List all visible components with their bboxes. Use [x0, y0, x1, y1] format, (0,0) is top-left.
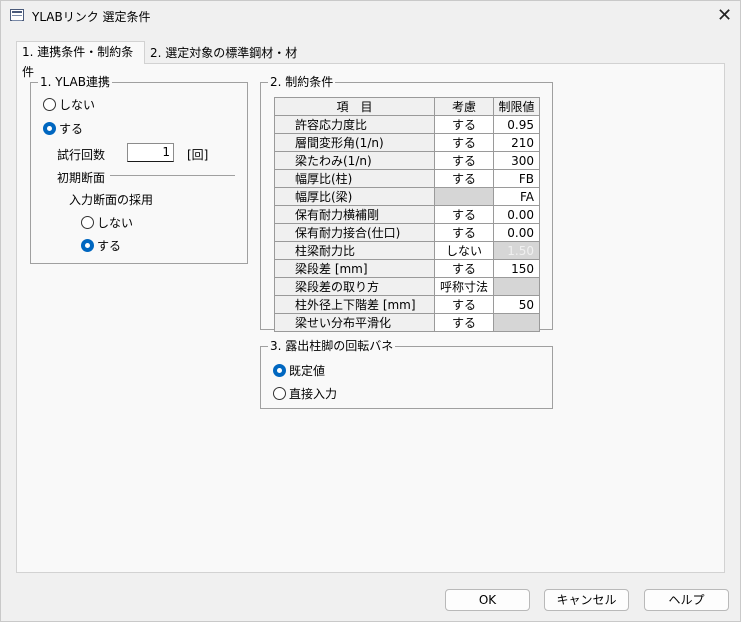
constraint-item-label: 保有耐力横補剛 — [274, 205, 435, 224]
constraint-consider-cell[interactable]: する — [434, 151, 494, 170]
trial-count-input[interactable]: 1 — [127, 143, 174, 162]
constraint-item-label: 梁せい分布平滑化 — [274, 313, 435, 332]
table-row: 保有耐力横補剛 する 0.00 — [274, 205, 540, 224]
table-row: 許容応力度比 する 0.95 — [274, 115, 540, 134]
constraint-limit-cell[interactable]: FB — [493, 169, 540, 188]
table-row: 保有耐力接合(仕口) する 0.00 — [274, 223, 540, 242]
radio-unchecked-icon — [81, 216, 94, 229]
title-bar[interactable]: YLABリンク 選定条件 ✕ — [1, 1, 741, 31]
constraint-consider-cell[interactable]: する — [434, 133, 494, 152]
input-section-yes-radio[interactable]: する — [81, 237, 121, 254]
constraint-limit-cell[interactable]: 0.00 — [493, 223, 540, 242]
table-row: 幅厚比(梁) FA — [274, 187, 540, 206]
constraint-limit-cell[interactable]: 0.00 — [493, 205, 540, 224]
constraints-group-label: 2. 制約条件 — [268, 75, 336, 89]
constraint-item-label: 層間変形角(1/n) — [274, 133, 435, 152]
constraint-consider-cell[interactable]: する — [434, 259, 494, 278]
constraint-limit-cell — [493, 313, 540, 332]
constraint-consider-cell[interactable]: する — [434, 115, 494, 134]
constraint-limit-cell[interactable]: 300 — [493, 151, 540, 170]
constraint-consider-cell — [434, 187, 494, 206]
constraints-header-row: 項 目 考慮 制限値 — [274, 97, 540, 116]
header-item: 項 目 — [274, 97, 435, 116]
input-section-yes-label: する — [97, 239, 122, 253]
header-limit: 制限値 — [493, 97, 540, 116]
constraint-item-label: 柱外径上下階差 [mm] — [274, 295, 435, 314]
constraint-limit-cell — [493, 277, 540, 296]
ylab-link-group-label: 1. YLAB連携 — [38, 75, 112, 89]
table-row: 幅厚比(柱) する FB — [274, 169, 540, 188]
constraint-consider-cell[interactable]: する — [434, 205, 494, 224]
constraint-limit-cell[interactable]: 0.95 — [493, 115, 540, 134]
radio-checked-icon — [273, 364, 286, 377]
app-icon — [10, 9, 24, 21]
ok-button[interactable]: OK — [445, 589, 530, 611]
constraint-item-label: 幅厚比(柱) — [274, 169, 435, 188]
ylab-link-yes-label: する — [59, 122, 84, 136]
base-spring-direct-label: 直接入力 — [289, 387, 338, 401]
ylab-link-no-radio[interactable]: しない — [43, 96, 95, 113]
constraint-item-label: 許容応力度比 — [274, 115, 435, 134]
base-spring-default-radio[interactable]: 既定値 — [273, 362, 325, 379]
base-spring-default-label: 既定値 — [289, 364, 326, 378]
tab-link-conditions[interactable]: 1. 連携条件・制約条件 — [16, 41, 145, 79]
help-button[interactable]: ヘルプ — [644, 589, 729, 611]
header-consider: 考慮 — [434, 97, 494, 116]
table-row: 柱梁耐力比 しない 1.50 — [274, 241, 540, 260]
table-row: 梁段差の取り方 呼称寸法 — [274, 277, 540, 296]
constraint-item-label: 柱梁耐力比 — [274, 241, 435, 260]
constraint-consider-cell[interactable]: する — [434, 295, 494, 314]
initial-section-divider — [110, 175, 235, 176]
constraint-item-label: 梁段差の取り方 — [274, 277, 435, 296]
radio-unchecked-icon — [273, 387, 286, 400]
radio-checked-icon — [43, 122, 56, 135]
constraint-consider-cell[interactable]: する — [434, 313, 494, 332]
table-row: 層間変形角(1/n) する 210 — [274, 133, 540, 152]
constraint-limit-cell[interactable]: 210 — [493, 133, 540, 152]
radio-checked-icon — [81, 239, 94, 252]
table-row: 梁段差 [mm] する 150 — [274, 259, 540, 278]
tab-target-steel[interactable]: 2. 選定対象の標準鋼材・材料 — [145, 43, 304, 80]
table-row: 柱外径上下階差 [mm] する 50 — [274, 295, 540, 314]
base-spring-direct-radio[interactable]: 直接入力 — [273, 385, 337, 402]
input-section-no-radio[interactable]: しない — [81, 214, 133, 231]
window-title: YLABリンク 選定条件 — [32, 10, 151, 24]
trial-count-label: 試行回数 — [57, 148, 106, 162]
dialog-window: YLABリンク 選定条件 ✕ 1. 連携条件・制約条件 2. 選定対象の標準鋼材… — [0, 0, 741, 622]
constraint-consider-cell[interactable]: 呼称寸法 — [434, 277, 494, 296]
constraint-limit-cell: 1.50 — [493, 241, 540, 260]
constraint-limit-cell[interactable]: 150 — [493, 259, 540, 278]
close-button[interactable]: ✕ — [707, 1, 741, 31]
constraint-consider-cell[interactable]: しない — [434, 241, 494, 260]
initial-section-label: 初期断面 — [57, 171, 106, 185]
constraint-item-label: 梁たわみ(1/n) — [274, 151, 435, 170]
constraint-consider-cell[interactable]: する — [434, 169, 494, 188]
table-row: 梁たわみ(1/n) する 300 — [274, 151, 540, 170]
constraint-limit-cell[interactable]: FA — [493, 187, 540, 206]
base-spring-group-label: 3. 露出柱脚の回転バネ — [268, 339, 396, 353]
constraint-item-label: 保有耐力接合(仕口) — [274, 223, 435, 242]
constraint-limit-cell[interactable]: 50 — [493, 295, 540, 314]
input-section-label: 入力断面の採用 — [69, 193, 154, 207]
radio-unchecked-icon — [43, 98, 56, 111]
table-row: 梁せい分布平滑化 する — [274, 313, 540, 332]
constraints-table: 項 目 考慮 制限値 許容応力度比 する 0.95 層間変形角(1/n) する 210 梁た… — [274, 97, 540, 332]
input-section-no-label: しない — [97, 216, 134, 230]
constraint-consider-cell[interactable]: する — [434, 223, 494, 242]
cancel-button[interactable]: キャンセル — [544, 589, 629, 611]
constraint-item-label: 幅厚比(梁) — [274, 187, 435, 206]
constraint-item-label: 梁段差 [mm] — [274, 259, 435, 278]
trial-count-unit: [回] — [187, 148, 209, 162]
ylab-link-no-label: しない — [59, 98, 96, 112]
ylab-link-yes-radio[interactable]: する — [43, 120, 83, 137]
